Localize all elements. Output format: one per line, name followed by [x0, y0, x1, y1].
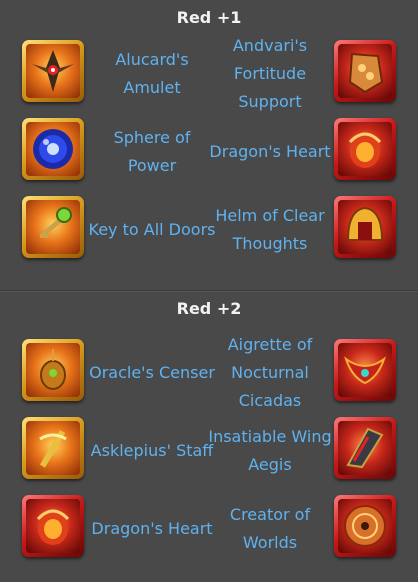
item-name: Asklepius' Staff [90, 441, 214, 460]
item-row: Alucard's Amulet Andvari's Fortitude Sup… [0, 36, 418, 112]
creator-of-worlds-icon[interactable] [334, 495, 396, 557]
oracles-censer-icon[interactable] [22, 339, 84, 401]
item-row: Key to All Doors Helm of Clear Thoughts [0, 192, 418, 268]
insatiable-wing-aegis-icon[interactable] [334, 417, 396, 479]
asklepius-staff-icon[interactable] [22, 417, 84, 479]
item-name: Oracle's Censer [89, 363, 215, 382]
item-name: Dragon's Heart [91, 519, 213, 538]
aigrette-of-nocturnal-cicadas-icon[interactable] [334, 339, 396, 401]
dragons-heart-icon[interactable] [334, 118, 396, 180]
item-name: Insatiable Wing Aegis [208, 427, 332, 474]
item-name: Helm of Clear Thoughts [215, 206, 325, 253]
item-name: Andvari's Fortitude Support [232, 36, 308, 111]
item-name: Key to All Doors [88, 220, 216, 239]
item-name: Dragon's Heart [209, 142, 331, 161]
section-red-plus-1: Red +1 Alucard's Amulet Andvari's Fortit… [0, 0, 418, 290]
item-name: Sphere of Power [113, 128, 191, 175]
section-red-plus-2: Red +2 Oracle's Censer Aigrette of Noctu… [0, 291, 418, 582]
key-to-all-doors-icon[interactable] [22, 196, 84, 258]
item-row: Asklepius' Staff Insatiable Wing Aegis [0, 413, 418, 489]
helm-of-clear-thoughts-icon[interactable] [334, 196, 396, 258]
item-row: Oracle's Censer Aigrette of Nocturnal Ci… [0, 335, 418, 411]
item-name: Aigrette of Nocturnal Cicadas [227, 335, 313, 410]
item-name: Creator of Worlds [229, 505, 311, 552]
section-title: Red +2 [176, 299, 242, 318]
dragons-heart-icon[interactable] [22, 495, 84, 557]
section-title: Red +1 [176, 8, 242, 27]
sphere-of-power-icon[interactable] [22, 118, 84, 180]
item-row: Sphere of Power Dragon's Heart [0, 114, 418, 190]
item-row: Dragon's Heart Creator of Worlds [0, 491, 418, 567]
item-name: Alucard's Amulet [115, 50, 189, 97]
alucards-amulet-icon[interactable] [22, 40, 84, 102]
andvaris-fortitude-support-icon[interactable] [334, 40, 396, 102]
